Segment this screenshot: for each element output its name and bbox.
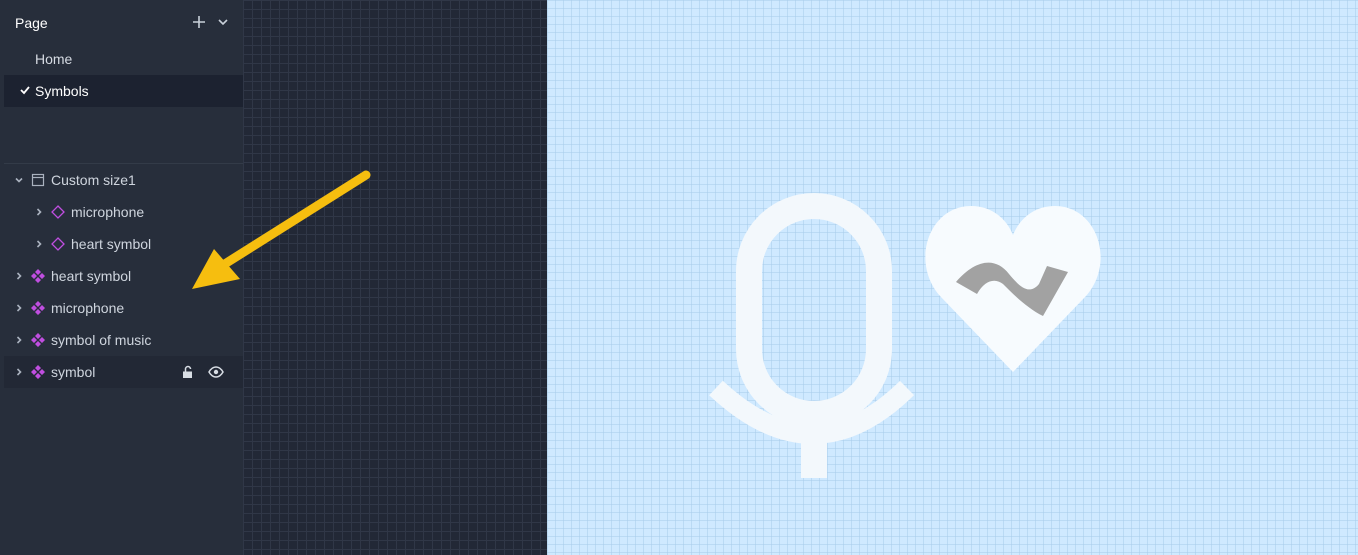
- chevron-down-icon[interactable]: [13, 174, 25, 186]
- layer-row-symbol-of-music[interactable]: symbol of music: [4, 324, 243, 356]
- symbol-outline-icon: [51, 237, 65, 251]
- eye-icon[interactable]: [208, 364, 224, 380]
- chevron-right-icon[interactable]: [33, 206, 45, 218]
- symbol-outline-icon: [51, 205, 65, 219]
- artboard-symbols: [709, 193, 1101, 478]
- page-item-label: Symbols: [35, 83, 89, 99]
- symbol-master-icon: [31, 333, 45, 347]
- page-item-label: Home: [35, 51, 73, 67]
- layer-label: microphone: [51, 300, 125, 316]
- chevron-down-icon: [218, 19, 228, 26]
- layer-label: heart symbol: [51, 268, 132, 284]
- page-item-symbols[interactable]: Symbols: [4, 75, 243, 107]
- plus-icon: [193, 16, 205, 28]
- heart-symbol[interactable]: [925, 206, 1101, 372]
- page-panel-title: Page: [15, 15, 48, 31]
- page-panel-header: Page: [0, 0, 243, 44]
- chevron-right-icon[interactable]: [13, 366, 25, 378]
- add-page-button[interactable]: [190, 12, 208, 32]
- layer-label: Custom size1: [51, 172, 136, 188]
- artboard-canvas[interactable]: [547, 0, 1358, 555]
- chevron-right-icon[interactable]: [13, 302, 25, 314]
- symbol-master-icon: [31, 269, 45, 283]
- chevron-right-icon[interactable]: [13, 334, 25, 346]
- page-item-home[interactable]: Home: [4, 43, 243, 75]
- chevron-right-icon[interactable]: [33, 238, 45, 250]
- chevron-right-icon[interactable]: [13, 270, 25, 282]
- microphone-symbol[interactable]: [709, 193, 915, 478]
- layer-label: symbol of music: [51, 332, 152, 348]
- symbol-master-icon: [31, 301, 45, 315]
- annotation-arrow-icon: [192, 170, 371, 289]
- unlock-icon[interactable]: [180, 364, 196, 380]
- layer-label: heart symbol: [71, 236, 152, 252]
- symbol-master-icon: [31, 365, 45, 379]
- check-icon: [20, 86, 30, 95]
- layer-label: symbol: [51, 364, 96, 380]
- layer-row-symbol[interactable]: symbol: [4, 356, 243, 388]
- layer-label: microphone: [71, 204, 145, 220]
- artboard-icon: [31, 173, 45, 187]
- collapse-pages-button[interactable]: [214, 12, 232, 32]
